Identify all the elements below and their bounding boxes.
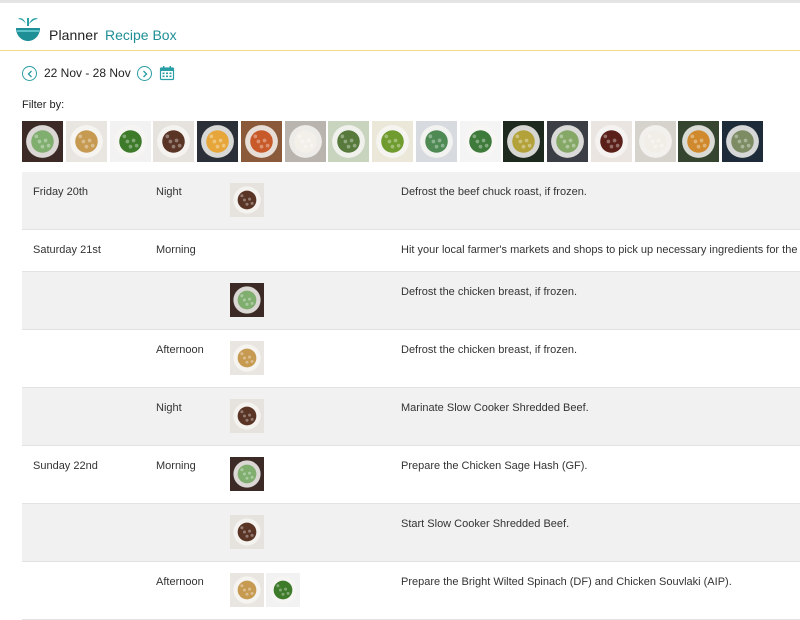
herbs-thumb[interactable] (328, 121, 370, 162)
row-time: Night (156, 186, 182, 198)
prep-schedule-table: Friday 20th Night Defrost the beef chuck r… (22, 172, 800, 620)
shredded-beef-bowl-thumb[interactable] (153, 121, 195, 162)
row-time: Afternoon (156, 344, 204, 356)
schedule-row: Start Slow Cooker Shredded Beef. (22, 504, 800, 562)
prev-week-button[interactable] (22, 66, 37, 81)
spinach-bowl-thumb[interactable] (459, 121, 501, 162)
shredded-beef-bowl-thumb[interactable] (230, 399, 264, 433)
shredded-beef-bowl-thumb[interactable] (230, 183, 264, 217)
fries-thumb[interactable] (197, 121, 238, 162)
nav-recipe-box-link[interactable]: Recipe Box (105, 27, 177, 43)
row-time: Morning (156, 460, 196, 472)
souvlaki-plate-thumb[interactable] (230, 573, 264, 607)
brand-title[interactable]: Planner (49, 27, 98, 43)
roast-veg-thumb[interactable] (678, 121, 720, 162)
schedule-row: Afternoon Prepare the Bright Wilted Spina… (22, 562, 800, 620)
row-task: Defrost the beef chuck roast, if frozen. (401, 186, 587, 198)
filter-label: Filter by: (22, 99, 65, 111)
meatball-thumb[interactable] (590, 121, 632, 162)
salmon-salad-thumb[interactable] (415, 121, 457, 162)
rice-plate-thumb[interactable] (284, 121, 326, 162)
soup-bowl-thumb[interactable] (634, 121, 676, 162)
row-time: Night (156, 402, 182, 414)
souvlaki-plate-thumb[interactable] (230, 341, 264, 375)
recipe-filter-strip (22, 121, 766, 162)
calendar-icon[interactable] (159, 65, 175, 81)
salad-bowl-thumb[interactable] (230, 457, 264, 491)
row-task: Prepare the Chicken Sage Hash (GF). (401, 460, 588, 472)
veg-stir-thumb[interactable] (503, 121, 545, 162)
greens-board-thumb[interactable] (266, 573, 300, 607)
broccoli-bowl-thumb[interactable] (372, 121, 413, 162)
salad-bowl-thumb[interactable] (230, 283, 264, 317)
row-task: Marinate Slow Cooker Shredded Beef. (401, 402, 589, 414)
row-task: Defrost the chicken breast, if frozen. (401, 344, 578, 356)
schedule-row: Friday 20th Night Defrost the beef chuck r… (22, 172, 800, 230)
app-header: Planner Recipe Box (0, 3, 800, 51)
row-time: Morning (156, 244, 196, 256)
row-task: Start Slow Cooker Shredded Beef. (401, 518, 570, 530)
row-day: Saturday 21st (33, 244, 101, 256)
shredded-beef-bowl-thumb[interactable] (230, 515, 264, 549)
row-time: Afternoon (156, 576, 204, 588)
bowl-logo-icon[interactable] (14, 13, 42, 45)
gift-box-thumb[interactable] (722, 121, 763, 162)
row-task: Defrost the chicken breast, if frozen. (401, 286, 578, 298)
schedule-row: Sunday 22nd Morning Prepare the Chicken Sa… (22, 446, 800, 504)
greens-board-thumb[interactable] (109, 121, 151, 162)
week-date-range: 22 Nov - 28 Nov (44, 66, 131, 80)
chevron-left-icon (27, 70, 32, 77)
kale-bowl-thumb[interactable] (547, 121, 588, 162)
souvlaki-plate-thumb[interactable] (65, 121, 107, 162)
row-task: Hit your local farmer's markets and shop… (401, 244, 800, 256)
next-week-button[interactable] (137, 66, 152, 81)
salad-bowl-thumb[interactable] (22, 121, 63, 162)
row-day: Sunday 22nd (33, 460, 98, 472)
schedule-row: Saturday 21st Morning Hit your local farme… (22, 230, 800, 272)
row-task: Prepare the Bright Wilted Spinach (DF) a… (401, 576, 732, 588)
schedule-row: Afternoon Defrost the chicken breast, if … (22, 330, 800, 388)
schedule-row: Defrost the chicken breast, if frozen. (22, 272, 800, 330)
schedule-row: Night Marinate Slow Cooker Shredded Beef. (22, 388, 800, 446)
curry-bowl-thumb[interactable] (240, 121, 282, 162)
row-day: Friday 20th (33, 186, 89, 198)
chevron-right-icon (142, 70, 147, 77)
